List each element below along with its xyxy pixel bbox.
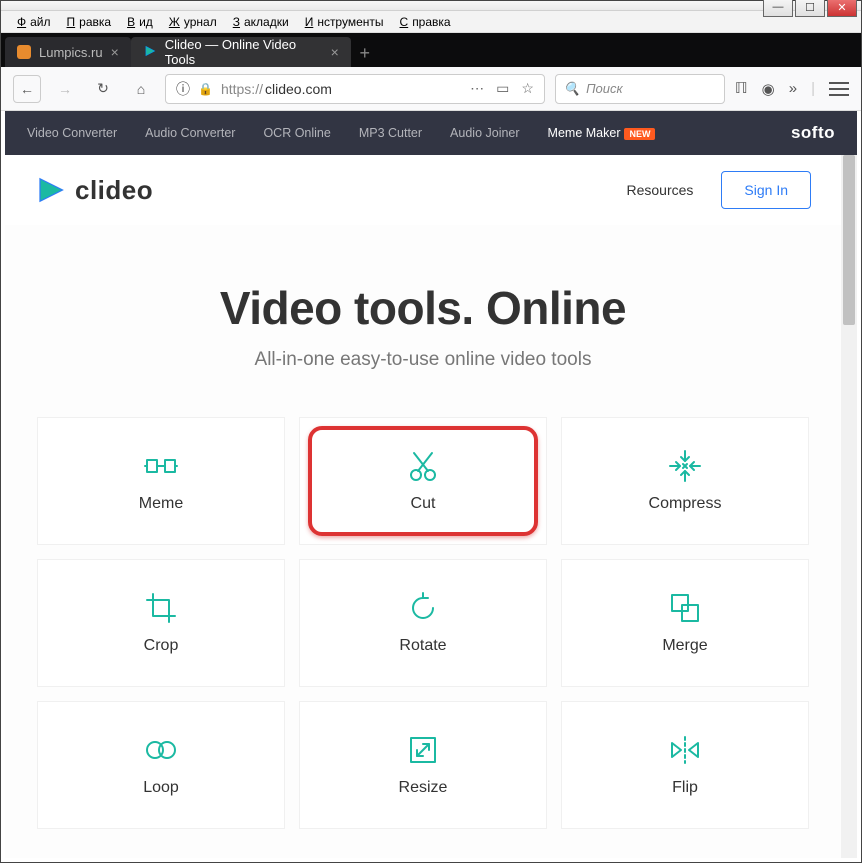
clideo-page: clideo Resources Sign In Video tools. On…	[5, 155, 841, 858]
site-info-icon[interactable]: ⓘ	[176, 79, 190, 99]
window-controls: — ☐ ✕	[763, 0, 857, 17]
softo-top-nav: Video Converter Audio Converter OCR Online…	[5, 111, 857, 155]
softo-brand: softo	[791, 123, 835, 143]
tool-card-meme[interactable]: Meme	[37, 417, 285, 545]
favicon-icon	[143, 44, 157, 61]
resize-icon	[406, 733, 440, 767]
tool-card-cut[interactable]: Cut	[299, 417, 547, 545]
page-content-frame: Video Converter Audio Converter OCR Online…	[5, 111, 857, 858]
tab-close-button[interactable]: ×	[111, 44, 119, 60]
softo-link[interactable]: MP3 Cutter	[359, 126, 422, 140]
logo-text: clideo	[75, 175, 153, 206]
tool-card-merge[interactable]: Merge	[561, 559, 809, 687]
site-header: clideo Resources Sign In	[5, 155, 841, 225]
loop-icon	[144, 733, 178, 767]
menu-правка[interactable]: Правка	[59, 13, 116, 31]
tool-label: Rotate	[399, 637, 446, 655]
app-window: — ☐ ✕ ФайлПравкаВидЖурналЗакладкиИнструм…	[0, 0, 862, 863]
tool-card-resize[interactable]: Resize	[299, 701, 547, 829]
favicon-icon	[17, 45, 31, 59]
clideo-logo[interactable]: clideo	[35, 175, 153, 206]
menu-закладки[interactable]: Закладки	[225, 13, 293, 31]
rotate-icon	[406, 591, 440, 625]
new-tab-button[interactable]: +	[351, 39, 379, 67]
tool-label: Compress	[649, 495, 722, 513]
library-icon[interactable]: ℿ	[735, 79, 748, 98]
urlbar-actions: ⋯ ▭ ☆	[470, 80, 534, 97]
meme-icon	[144, 449, 178, 483]
tool-label: Merge	[662, 637, 707, 655]
window-maximize-button[interactable]: ☐	[795, 0, 825, 17]
window-close-button[interactable]: ✕	[827, 0, 857, 17]
menu-справка[interactable]: Справка	[392, 13, 455, 31]
app-menu-button[interactable]	[829, 82, 849, 96]
page-scrollbar[interactable]	[841, 155, 857, 858]
resources-link[interactable]: Resources	[626, 182, 693, 198]
softo-link[interactable]: OCR Online	[263, 126, 330, 140]
nav-back-button[interactable]: ←	[13, 75, 41, 103]
softo-link[interactable]: Audio Converter	[145, 126, 235, 140]
browser-tab-clideo[interactable]: Clideo — Online Video Tools ×	[131, 37, 351, 67]
url-host: clideo.com	[265, 81, 332, 97]
search-placeholder: Поиск	[586, 81, 623, 96]
reload-button[interactable]: ↻	[89, 75, 117, 103]
tool-label: Meme	[139, 495, 183, 513]
tool-label: Loop	[143, 779, 179, 797]
play-icon	[35, 175, 65, 205]
sign-in-button[interactable]: Sign In	[721, 171, 811, 209]
tool-card-rotate[interactable]: Rotate	[299, 559, 547, 687]
tool-label: Resize	[399, 779, 448, 797]
hero-section: Video tools. Online All-in-one easy-to-u…	[5, 225, 841, 417]
toolbar-right: ℿ ◉ » |	[735, 79, 849, 98]
tool-label: Cut	[411, 495, 436, 513]
menu-файл[interactable]: Файл	[9, 13, 55, 31]
browser-tabstrip: Lumpics.ru × Clideo — Online Video Tools…	[1, 33, 861, 67]
app-menubar: ФайлПравкаВидЖурналЗакладкиИнструментыСп…	[1, 11, 861, 33]
tab-close-button[interactable]: ×	[331, 44, 339, 60]
nav-forward-button[interactable]: →	[51, 75, 79, 103]
compress-icon	[668, 449, 702, 483]
softo-link[interactable]: Video Converter	[27, 126, 117, 140]
home-button[interactable]: ⌂	[127, 75, 155, 103]
hero-subtitle: All-in-one easy-to-use online video tool…	[25, 349, 821, 371]
window-minimize-button[interactable]: —	[763, 0, 793, 17]
lock-icon: 🔒	[198, 82, 213, 96]
menu-инструменты[interactable]: Инструменты	[297, 13, 388, 31]
browser-tab-lumpics[interactable]: Lumpics.ru ×	[5, 37, 131, 67]
tool-card-flip[interactable]: Flip	[561, 701, 809, 829]
extension-icon[interactable]: ◉	[762, 80, 775, 98]
flip-icon	[668, 733, 702, 767]
browser-toolbar: ← → ↻ ⌂ ⓘ 🔒 https://clideo.com ⋯ ▭ ☆ 🔍 П…	[1, 67, 861, 111]
tool-label: Flip	[672, 779, 698, 797]
softo-link-meme-maker[interactable]: Meme MakerNEW	[548, 126, 656, 140]
window-chrome-top	[1, 1, 861, 11]
cut-icon	[406, 449, 440, 483]
scroll-thumb[interactable]	[843, 155, 855, 325]
tool-card-loop[interactable]: Loop	[37, 701, 285, 829]
tools-grid: Meme Cut Compress Crop Rotate Merge Loop Resize…	[5, 417, 841, 858]
reader-shield-icon[interactable]: ▭	[496, 80, 509, 97]
browser-search-input[interactable]: 🔍 Поиск	[555, 74, 725, 104]
page-actions-icon[interactable]: ⋯	[470, 80, 484, 97]
bookmark-star-icon[interactable]: ☆	[521, 80, 534, 97]
overflow-icon[interactable]: »	[789, 80, 797, 97]
url-protocol: https://	[221, 81, 263, 97]
search-icon: 🔍	[564, 81, 580, 97]
tool-card-compress[interactable]: Compress	[561, 417, 809, 545]
tab-title: Clideo — Online Video Tools	[165, 37, 323, 67]
merge-icon	[668, 591, 702, 625]
url-bar[interactable]: ⓘ 🔒 https://clideo.com ⋯ ▭ ☆	[165, 74, 545, 104]
menu-вид[interactable]: Вид	[119, 13, 157, 31]
tool-label: Crop	[144, 637, 179, 655]
tab-title: Lumpics.ru	[39, 45, 103, 60]
crop-icon	[144, 591, 178, 625]
hero-title: Video tools. Online	[25, 281, 821, 335]
menu-журнал[interactable]: Журнал	[161, 13, 221, 31]
tool-card-crop[interactable]: Crop	[37, 559, 285, 687]
softo-link[interactable]: Audio Joiner	[450, 126, 520, 140]
